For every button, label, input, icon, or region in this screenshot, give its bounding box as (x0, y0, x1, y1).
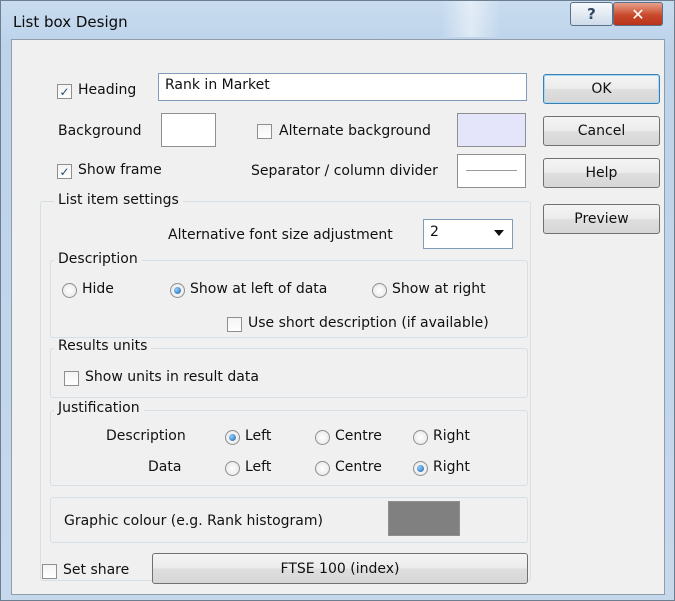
short-description-checkbox[interactable] (227, 317, 242, 332)
justification-data-centre-radio[interactable] (315, 461, 330, 476)
dialog-window: List box Design ? ✕ ✓ Heading Rank in Ma… (0, 0, 675, 601)
help-button[interactable]: Help (543, 158, 660, 188)
font-adjust-label: Alternative font size adjustment (168, 227, 393, 243)
chevron-down-icon (494, 230, 504, 236)
set-share-label: Set share (63, 562, 130, 578)
justification-description-right-label: Right (433, 428, 470, 444)
close-icon[interactable]: ✕ (613, 2, 663, 26)
justification-data-left-radio[interactable] (225, 461, 240, 476)
description-left-label: Show at left of data (190, 281, 328, 297)
short-description-label: Use short description (if available) (248, 315, 489, 331)
justification-data-right-radio[interactable] (413, 461, 428, 476)
title-bar-glow (441, 1, 501, 37)
justification-description-right-radio[interactable] (413, 430, 428, 445)
show-frame-label: Show frame (78, 162, 162, 178)
justification-description-centre-radio[interactable] (315, 430, 330, 445)
alternate-background-label: Alternate background (279, 123, 431, 139)
show-units-label: Show units in result data (85, 369, 259, 385)
alternate-background-checkbox[interactable] (257, 124, 272, 139)
heading-label: Heading (78, 82, 137, 98)
description-title: Description (54, 251, 142, 267)
font-adjust-select[interactable]: 2 (423, 219, 513, 249)
cancel-button[interactable]: Cancel (543, 116, 660, 146)
graphic-colour-swatch[interactable] (388, 501, 460, 536)
description-hide-radio[interactable] (62, 283, 77, 298)
justification-title: Justification (54, 400, 144, 416)
window-title: List box Design (13, 13, 128, 31)
description-right-label: Show at right (392, 281, 486, 297)
justification-data-left-label: Left (245, 459, 272, 475)
help-icon[interactable]: ? (570, 2, 613, 26)
background-label: Background (58, 123, 142, 139)
results-units-title: Results units (54, 338, 152, 354)
heading-input[interactable]: Rank in Market (158, 73, 527, 101)
checkmark-icon: ✓ (59, 164, 70, 179)
heading-checkbox[interactable]: ✓ (57, 84, 72, 99)
background-color-swatch[interactable] (161, 113, 216, 147)
description-right-radio[interactable] (372, 283, 387, 298)
alternate-background-swatch[interactable] (457, 113, 526, 147)
checkmark-icon: ✓ (59, 84, 70, 99)
justification-data-label: Data (148, 459, 182, 475)
title-bar: List box Design ? ✕ (1, 1, 674, 39)
separator-label: Separator / column divider (251, 163, 438, 179)
separator-line (466, 170, 517, 171)
set-share-checkbox[interactable] (42, 564, 57, 579)
ok-button[interactable]: OK (543, 74, 660, 104)
graphic-colour-label: Graphic colour (e.g. Rank histogram) (64, 513, 323, 529)
justification-data-right-label: Right (433, 459, 470, 475)
preview-button[interactable]: Preview (543, 204, 660, 234)
list-item-settings-title: List item settings (54, 192, 183, 208)
description-hide-label: Hide (82, 281, 114, 297)
show-units-checkbox[interactable] (64, 371, 79, 386)
set-share-button[interactable]: FTSE 100 (index) (152, 553, 528, 584)
font-adjust-value: 2 (430, 224, 439, 240)
separator-swatch[interactable] (457, 154, 526, 188)
dialog-body: ✓ Heading Rank in Market Background Alte… (11, 39, 665, 595)
justification-description-left-label: Left (245, 428, 272, 444)
description-left-radio[interactable] (170, 283, 185, 298)
justification-data-centre-label: Centre (335, 459, 382, 475)
justification-description-left-radio[interactable] (225, 430, 240, 445)
show-frame-checkbox[interactable]: ✓ (57, 164, 72, 179)
justification-description-centre-label: Centre (335, 428, 382, 444)
justification-description-label: Description (106, 428, 186, 444)
